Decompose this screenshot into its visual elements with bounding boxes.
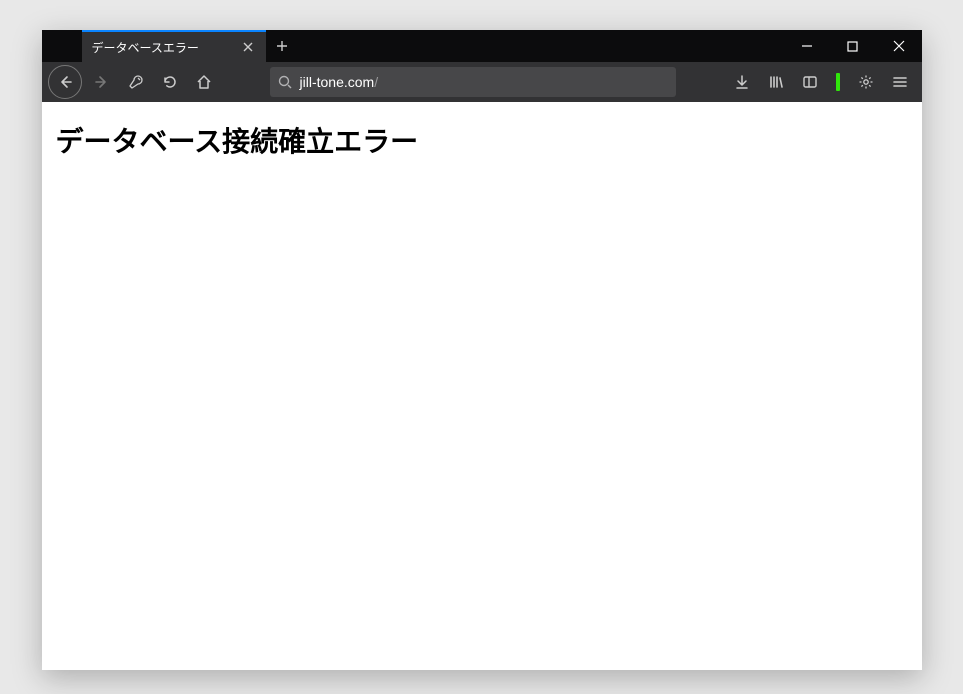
minimize-button[interactable]: [784, 30, 830, 62]
tab-bar: データベースエラー: [42, 30, 922, 62]
active-tab[interactable]: データベースエラー: [82, 30, 266, 62]
plus-icon: [276, 40, 288, 52]
browser-window: データベースエラー: [42, 30, 922, 670]
url-path: /: [374, 74, 378, 90]
close-icon: [893, 40, 905, 52]
window-controls: [784, 30, 922, 62]
error-heading: データベース接続確立エラー: [56, 120, 908, 160]
reload-icon: [162, 74, 178, 90]
arrow-left-icon: [57, 74, 73, 90]
tabbar-spacer: [298, 30, 784, 62]
window-close-button[interactable]: [876, 30, 922, 62]
sidebar-button[interactable]: [794, 66, 826, 98]
reload-button[interactable]: [154, 66, 186, 98]
address-bar[interactable]: jill-tone.com/: [270, 67, 676, 97]
new-tab-button[interactable]: [266, 30, 298, 62]
download-icon: [734, 74, 750, 90]
maximize-button[interactable]: [830, 30, 876, 62]
search-icon: [278, 75, 292, 89]
back-button[interactable]: [48, 65, 82, 99]
toolbar: jill-tone.com/: [42, 62, 922, 102]
gear-icon: [858, 74, 874, 90]
url-host: jill-tone.com: [300, 74, 375, 90]
account-indicator[interactable]: [836, 73, 840, 91]
settings-button[interactable]: [850, 66, 882, 98]
arrow-right-icon: [94, 74, 110, 90]
wrench-icon: [128, 74, 144, 90]
home-icon: [196, 74, 212, 90]
tab-title: データベースエラー: [92, 39, 240, 56]
library-icon: [768, 74, 784, 90]
page-content: データベース接続確立エラー: [42, 102, 922, 670]
sidebar-icon: [802, 74, 818, 90]
library-button[interactable]: [760, 66, 792, 98]
close-icon: [243, 42, 253, 52]
close-tab-button[interactable]: [240, 39, 256, 55]
minimize-icon: [801, 40, 813, 52]
downloads-button[interactable]: [726, 66, 758, 98]
menu-button[interactable]: [884, 66, 916, 98]
maximize-icon: [847, 41, 858, 52]
home-button[interactable]: [188, 66, 220, 98]
devtools-button[interactable]: [120, 66, 152, 98]
forward-button[interactable]: [86, 66, 118, 98]
toolbar-right: [726, 66, 916, 98]
hamburger-icon: [892, 74, 908, 90]
